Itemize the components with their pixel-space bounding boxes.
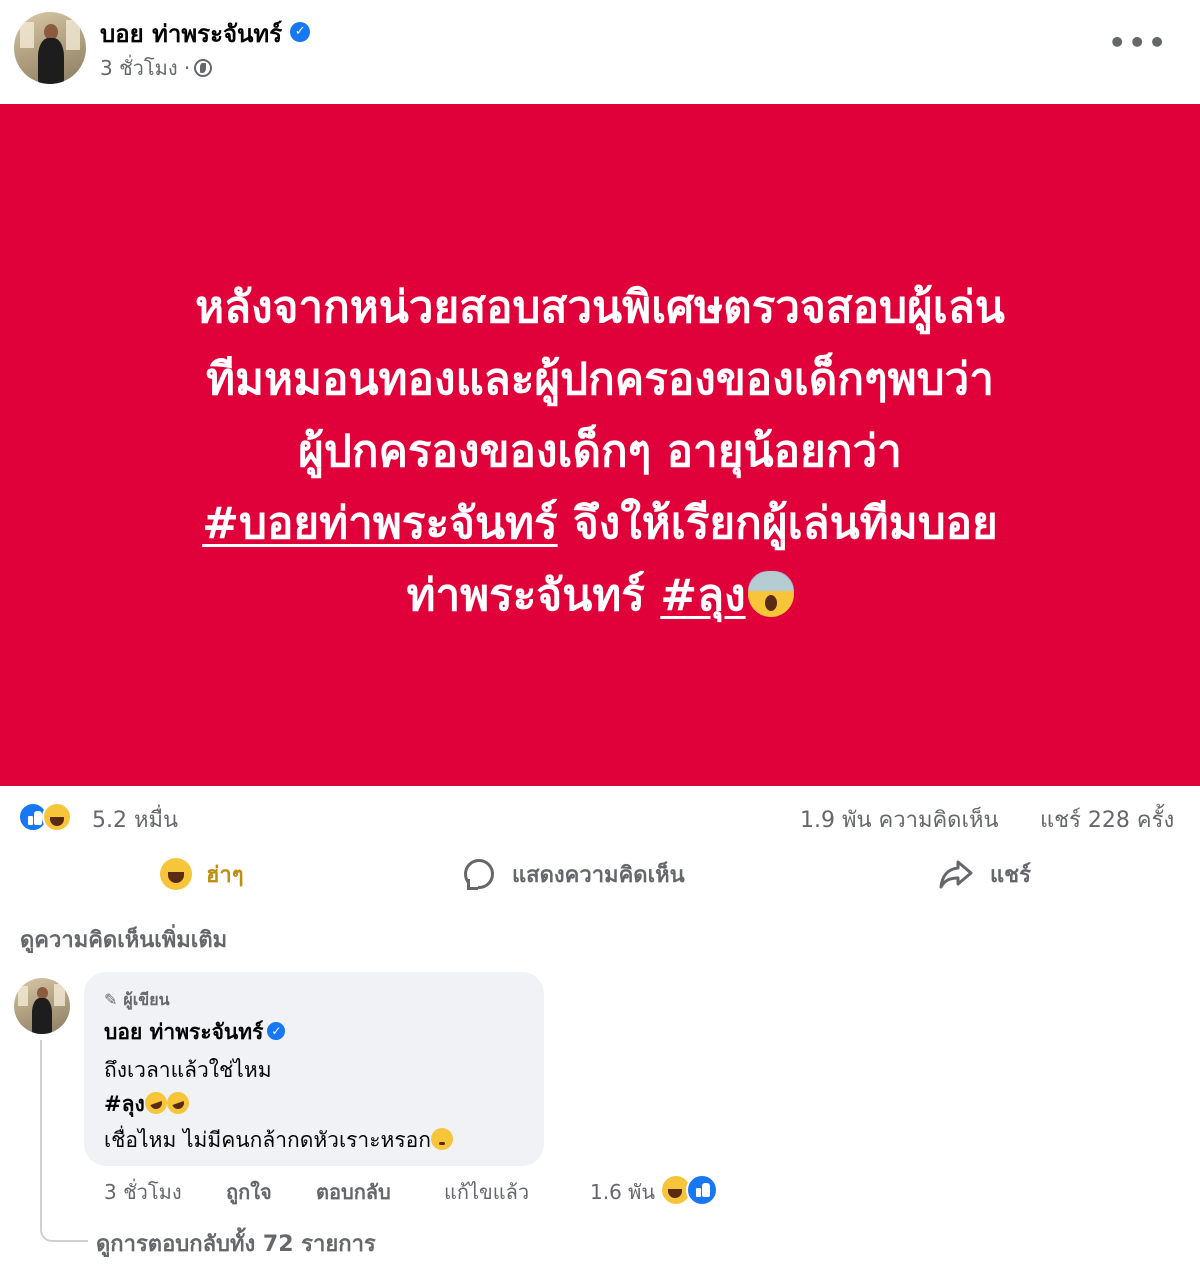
post-text: หลังจากหน่วยสอบสวนพิเศษตรวจสอบผู้เล่น ที…: [40, 272, 1160, 632]
post-text-line: หลังจากหน่วยสอบสวนพิเศษตรวจสอบผู้เล่น: [195, 282, 1005, 333]
commenter-avatar[interactable]: [14, 978, 70, 1034]
verified-badge-icon: ✓: [290, 22, 311, 42]
globe-icon: [194, 58, 213, 77]
comment-reaction-count[interactable]: 1.6 พัน: [590, 1176, 655, 1208]
reactions-summary: 5.2 หมื่น 1.9 พัน ความคิดเห็น แชร์ 228 ค…: [0, 796, 1200, 840]
comment-text-fragment: เชื่อไหม ไม่มีคนกล้ากดหัวเราะหรอก: [104, 1128, 431, 1152]
rofl-emoji-icon: [141, 1088, 170, 1118]
author-name[interactable]: บอย ท่าพระจันทร์ ✓: [100, 14, 311, 53]
hashtag-link-boy[interactable]: #บอยท่าพระจันทร์: [202, 498, 557, 549]
comment-count[interactable]: 1.9 พัน ความคิดเห็น: [800, 802, 999, 837]
comment-reaction-bubbles[interactable]: [660, 1174, 722, 1206]
haha-icon: [160, 858, 192, 890]
author-tag-label: ผู้เขียน: [123, 990, 170, 1009]
author-avatar[interactable]: [14, 12, 86, 84]
author-tag: ✎ ผู้เขียน: [104, 988, 170, 1013]
verified-badge-icon: ✓: [267, 1022, 286, 1040]
view-all-replies-link[interactable]: ดูการตอบกลับทั้ง 72 รายการ: [96, 1226, 376, 1261]
haha-reaction-icon: [42, 802, 72, 832]
post-text-line: ทีมหมอนทองและผู้ปกครองของเด็กๆพบว่า: [206, 354, 994, 405]
pen-icon: ✎: [104, 990, 118, 1009]
haha-label: ฮ่าๆ: [206, 862, 244, 888]
comment-bubble: ✎ ผู้เขียน บอย ท่าพระจันทร์ ✓ ถึงเวลาแล้วใ…: [84, 972, 544, 1166]
comment-text-line: #ลุง: [104, 1088, 192, 1121]
post-meta: 3 ชั่วโมง ·: [100, 52, 213, 84]
rofl-emoji-icon: [163, 1088, 192, 1118]
share-arrow-icon: [939, 860, 973, 889]
comment-label: แสดงความคิดเห็น: [512, 862, 685, 888]
flushed-emoji-icon: [430, 1128, 453, 1150]
share-count[interactable]: แชร์ 228 ครั้ง: [1040, 802, 1174, 837]
reaction-count[interactable]: 5.2 หมื่น: [92, 802, 178, 837]
share-label: แชร์: [990, 862, 1031, 888]
post-text-line: ท่าพระจันทร์ #ลุง: [40, 560, 1160, 632]
comment-author[interactable]: บอย ท่าพระจันทร์ ✓: [104, 1016, 286, 1049]
comment-text-line: ถึงเวลาแล้วใช่ไหม: [104, 1058, 272, 1082]
reply-thread-line: [40, 1040, 88, 1242]
share-button[interactable]: แชร์: [938, 848, 1031, 900]
comment-button[interactable]: แสดงความคิดเห็น: [464, 848, 685, 900]
view-more-comments-link[interactable]: ดูความคิดเห็นเพิ่มเติม: [20, 922, 227, 957]
comment-bubble-icon: [464, 859, 494, 890]
post-text-line: #บอยท่าพระจันทร์ จึงให้เรียกผู้เล่นทีมบอ…: [40, 488, 1160, 560]
comment-time[interactable]: 3 ชั่วโมง: [104, 1176, 182, 1208]
screaming-face-icon: [747, 571, 794, 617]
like-reaction-icon: [686, 1174, 718, 1206]
comment-text-line: เชื่อไหม ไม่มีคนกล้ากดหัวเราะหรอก: [104, 1124, 453, 1157]
post-header: บอย ท่าพระจันทร์ ✓ 3 ชั่วโมง · •••: [0, 0, 1200, 104]
comment-edited-label[interactable]: แก้ไขแล้ว: [444, 1176, 529, 1208]
comment-like-button[interactable]: ถูกใจ: [226, 1176, 272, 1208]
hashtag-link-uncle-comment[interactable]: #ลุง: [104, 1092, 145, 1116]
hashtag-link-uncle[interactable]: #ลุง: [660, 570, 745, 621]
post-text-fragment: จึงให้เรียกผู้เล่นทีมบอย: [557, 498, 998, 549]
comment-reply-button[interactable]: ตอบกลับ: [316, 1176, 391, 1208]
post-text-line: ผู้ปกครองของเด็กๆ อายุน้อยกว่า: [298, 426, 902, 477]
post-time[interactable]: 3 ชั่วโมง ·: [100, 56, 190, 80]
more-options-button[interactable]: •••: [1108, 26, 1168, 59]
post-action-bar: ฮ่าๆ แสดงความคิดเห็น แชร์: [0, 848, 1200, 900]
haha-button[interactable]: ฮ่าๆ: [160, 848, 244, 900]
post-text-fragment: ท่าพระจันทร์: [406, 570, 661, 621]
